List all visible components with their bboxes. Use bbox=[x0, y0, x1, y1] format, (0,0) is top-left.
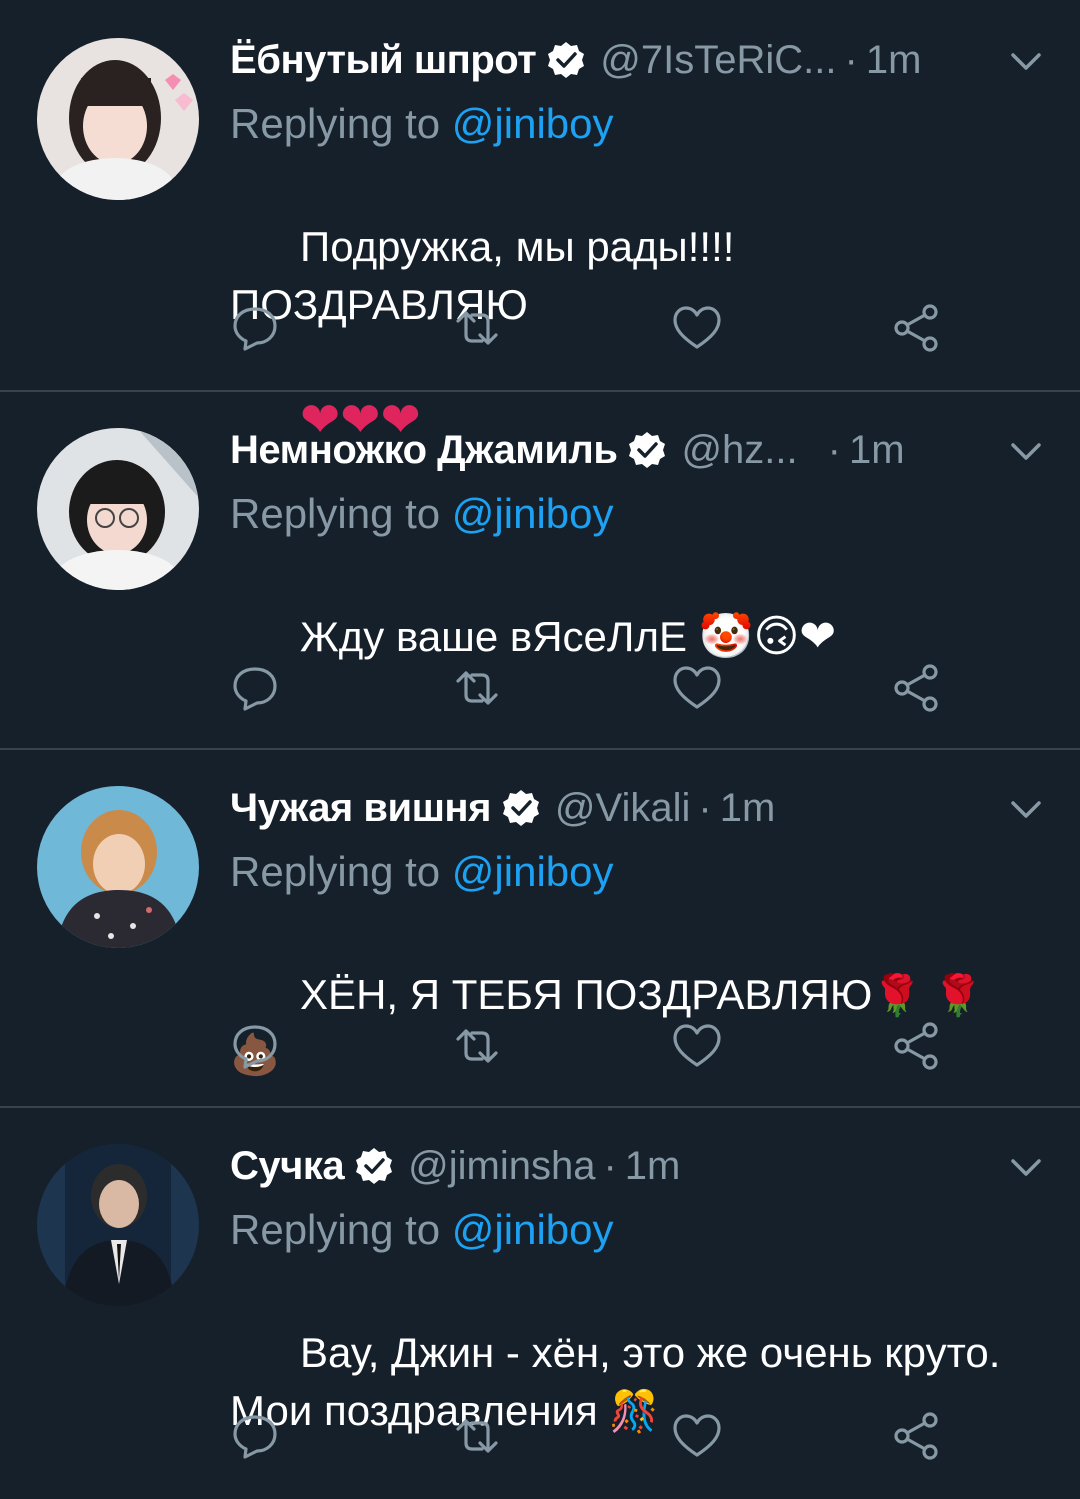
share-icon bbox=[894, 664, 938, 712]
retweet-icon bbox=[456, 311, 498, 345]
replying-to-label: Replying to bbox=[230, 848, 452, 895]
display-name[interactable]: Чужая вишня bbox=[230, 786, 491, 831]
tweet[interactable]: Немножко Джамиль @hz... · 1m Replying to… bbox=[0, 392, 1080, 748]
avatar[interactable] bbox=[37, 38, 199, 200]
reply-button[interactable] bbox=[230, 303, 280, 353]
retweet-button[interactable] bbox=[452, 1411, 502, 1461]
replying-to: Replying to @jiniboy bbox=[230, 1206, 614, 1254]
like-icon bbox=[673, 1414, 721, 1457]
tweet-body: ХЁН, Я ТЕБЯ ПОЗДРАВЛЯЮ bbox=[300, 971, 873, 1018]
replying-to-label: Replying to bbox=[230, 490, 452, 537]
mention-link[interactable]: @jiniboy bbox=[452, 100, 614, 147]
tweet-actions bbox=[230, 663, 950, 713]
reply-icon bbox=[233, 1025, 277, 1069]
like-icon bbox=[673, 666, 721, 709]
share-icon bbox=[894, 1412, 938, 1460]
avatar[interactable] bbox=[37, 786, 199, 948]
like-button[interactable] bbox=[672, 1411, 722, 1461]
replying-to: Replying to @jiniboy bbox=[230, 848, 614, 896]
chevron-down-icon[interactable] bbox=[1010, 52, 1042, 72]
tweet-text: Вау, Джин - хён, это же очень круто. Мои… bbox=[230, 1266, 1040, 1499]
timestamp[interactable]: 1m bbox=[625, 1144, 681, 1189]
user-handle[interactable]: @7IsTeRiC... bbox=[600, 38, 836, 83]
chevron-down-icon[interactable] bbox=[1010, 800, 1042, 820]
replying-to-label: Replying to bbox=[230, 1206, 452, 1253]
separator-dot: · bbox=[844, 37, 858, 82]
like-button[interactable] bbox=[672, 663, 722, 713]
like-icon bbox=[673, 1024, 721, 1067]
mention-link[interactable]: @jiniboy bbox=[452, 1206, 614, 1253]
timestamp[interactable]: 1m bbox=[849, 428, 905, 473]
retweet-icon bbox=[456, 1029, 498, 1063]
avatar-boy-blue-bg-icon bbox=[37, 786, 199, 948]
verified-badge-icon bbox=[502, 790, 539, 826]
share-icon bbox=[894, 304, 938, 352]
retweet-icon bbox=[456, 1419, 498, 1453]
share-button[interactable] bbox=[892, 303, 942, 353]
reply-icon bbox=[233, 667, 277, 711]
retweet-button[interactable] bbox=[452, 663, 502, 713]
separator-dot: · bbox=[603, 1143, 617, 1188]
reply-button[interactable] bbox=[230, 1411, 280, 1461]
tweet[interactable]: Сучка @jiminsha · 1m Replying to @jinibo… bbox=[0, 1108, 1080, 1492]
mention-link[interactable]: @jiniboy bbox=[452, 490, 614, 537]
replying-to: Replying to @jiniboy bbox=[230, 100, 614, 148]
tweet-body: Жду ваше вЯсеЛлЕ bbox=[300, 613, 699, 660]
replying-to-label: Replying to bbox=[230, 100, 452, 147]
tweet[interactable]: Ёбнутый шпрот @7IsTeRiC... · 1m Replying… bbox=[0, 0, 1080, 447]
share-button[interactable] bbox=[892, 1021, 942, 1071]
separator-dot: · bbox=[827, 427, 841, 472]
tweet-emojis: 🤡🙃❤ bbox=[698, 612, 837, 661]
timestamp[interactable]: 1m bbox=[866, 38, 922, 83]
timestamp[interactable]: 1m bbox=[720, 786, 776, 831]
avatar[interactable] bbox=[37, 1144, 199, 1306]
reply-icon bbox=[233, 1415, 277, 1459]
share-button[interactable] bbox=[892, 663, 942, 713]
user-handle[interactable]: @Vikali bbox=[555, 786, 690, 831]
avatar-girl-glasses-icon bbox=[37, 428, 199, 590]
like-icon bbox=[673, 306, 721, 349]
share-button[interactable] bbox=[892, 1411, 942, 1461]
tweet-actions bbox=[230, 1021, 950, 1071]
like-button[interactable] bbox=[672, 1021, 722, 1071]
reply-button[interactable] bbox=[230, 1021, 280, 1071]
avatar-girl-hearts-icon bbox=[37, 38, 199, 200]
tweet-actions bbox=[230, 303, 950, 353]
like-button[interactable] bbox=[672, 303, 722, 353]
share-icon bbox=[894, 1022, 938, 1070]
retweet-button[interactable] bbox=[452, 1021, 502, 1071]
verified-badge-icon bbox=[548, 42, 585, 78]
tweet-actions bbox=[230, 1411, 950, 1461]
chevron-down-icon[interactable] bbox=[1010, 442, 1042, 462]
display-name[interactable]: Ёбнутый шпрот bbox=[230, 38, 537, 83]
avatar[interactable] bbox=[37, 428, 199, 590]
chevron-down-icon[interactable] bbox=[1010, 1158, 1042, 1178]
reply-icon bbox=[233, 307, 277, 351]
tweet[interactable]: Чужая вишня @Vikali · 1m Replying to @ji… bbox=[0, 750, 1080, 1106]
user-handle[interactable]: @jiminsha bbox=[408, 1144, 595, 1189]
reply-button[interactable] bbox=[230, 663, 280, 713]
mention-link[interactable]: @jiniboy bbox=[452, 848, 614, 895]
display-name[interactable]: Сучка bbox=[230, 1144, 345, 1189]
user-handle[interactable]: @hz... bbox=[681, 428, 797, 473]
separator-dot: · bbox=[698, 785, 712, 830]
display-name[interactable]: Немножко Джамиль bbox=[230, 428, 618, 473]
verified-badge-icon bbox=[356, 1148, 393, 1184]
retweet-button[interactable] bbox=[452, 303, 502, 353]
replying-to: Replying to @jiniboy bbox=[230, 490, 614, 538]
avatar-man-suit-icon bbox=[37, 1144, 199, 1306]
verified-badge-icon bbox=[629, 432, 666, 468]
retweet-icon bbox=[456, 671, 498, 705]
